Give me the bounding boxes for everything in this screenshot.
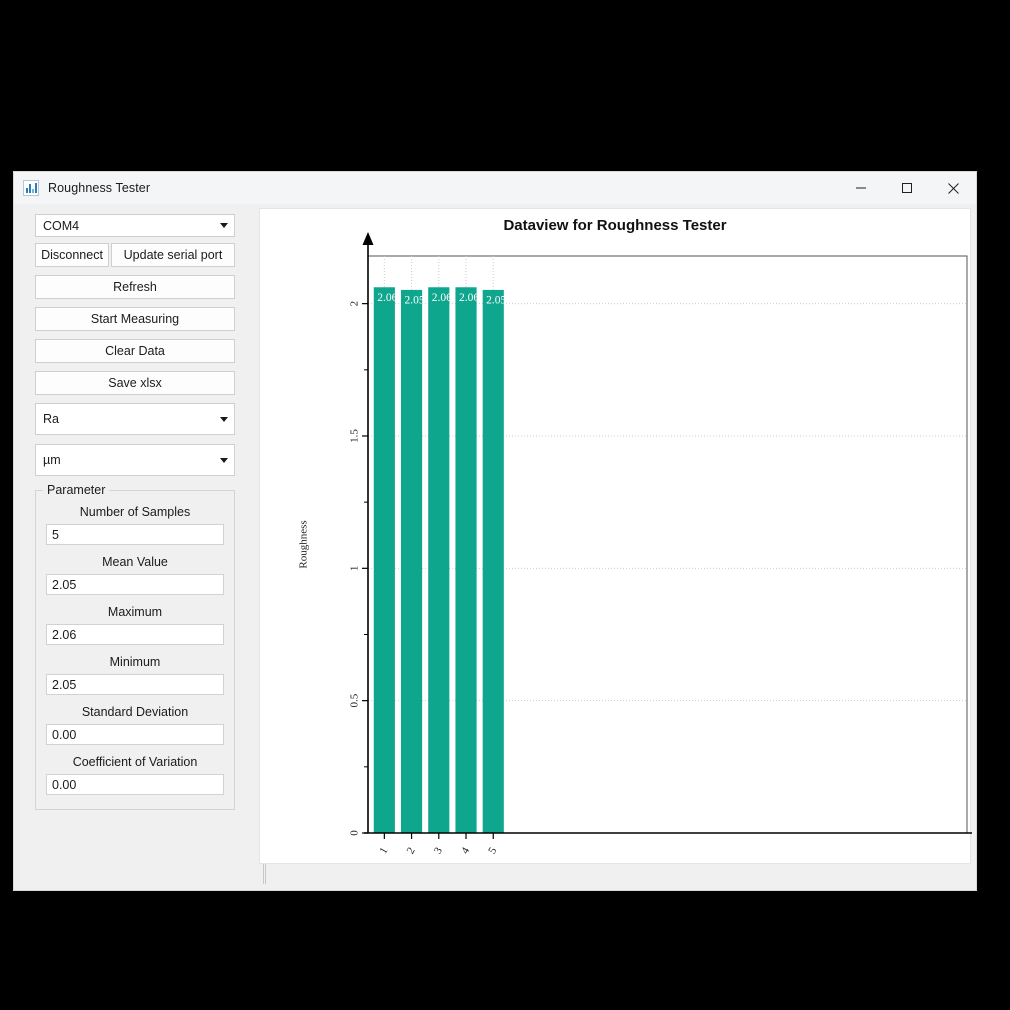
unit-value: µm xyxy=(43,453,61,467)
x-tick-label: 2 xyxy=(405,845,418,856)
roughness-bar-chart: 2.06 2.05 2.06 2.06 2.05 0 0.5 1 1.5 2 1 2 3 4 5 Roughn… xyxy=(298,232,972,856)
y-tick-label: 0.5 xyxy=(349,693,361,707)
connection-buttons: Disconnect Update serial port xyxy=(35,243,235,267)
window-client-area: COM4 Disconnect Update serial port Refre… xyxy=(14,204,976,890)
y-tick-label: 2 xyxy=(349,301,361,307)
chevron-down-icon xyxy=(214,457,234,463)
bar-value-label: 2.05 xyxy=(486,294,506,306)
chevron-down-icon xyxy=(214,416,234,422)
coefficient-of-variation-label: Coefficient of Variation xyxy=(72,755,198,769)
disconnect-button[interactable]: Disconnect xyxy=(35,243,109,267)
chart-panel: Dataview for Roughness Tester 2.06 2.05 2.… xyxy=(259,208,972,864)
close-icon xyxy=(947,182,959,194)
minimize-button[interactable] xyxy=(838,172,884,204)
serial-port-select[interactable]: COM4 xyxy=(35,214,235,237)
bar[interactable] xyxy=(428,287,450,834)
maximize-button[interactable] xyxy=(884,172,930,204)
y-axis-arrowhead xyxy=(362,232,374,245)
screen-root: Roughness Tester COM4 Disconnect Update … xyxy=(0,0,1010,1010)
coefficient-of-variation-field[interactable]: 0.00 xyxy=(46,774,224,795)
x-tick-label: 4 xyxy=(459,845,472,856)
minimum-field[interactable]: 2.05 xyxy=(46,674,224,695)
close-button[interactable] xyxy=(930,172,976,204)
control-sidebar: COM4 Disconnect Update serial port Refre… xyxy=(35,214,235,810)
window-controls xyxy=(838,172,976,204)
parameter-group-box: Parameter Number of Samples 5 Mean Value… xyxy=(35,483,235,810)
roughness-parameter-value: Ra xyxy=(43,412,59,426)
number-of-samples-field[interactable]: 5 xyxy=(46,524,224,545)
minimize-icon xyxy=(856,187,866,189)
serial-port-value: COM4 xyxy=(43,218,80,233)
standard-deviation-label: Standard Deviation xyxy=(81,705,189,719)
maximum-label: Maximum xyxy=(107,605,163,619)
application-window: Roughness Tester COM4 Disconnect Update … xyxy=(14,172,976,890)
save-xlsx-button[interactable]: Save xlsx xyxy=(35,371,235,395)
y-tick-label: 1.5 xyxy=(349,429,361,443)
y-tick-label: 0 xyxy=(349,830,361,836)
bar[interactable] xyxy=(400,289,423,834)
chart-icon xyxy=(23,180,39,196)
update-serial-port-button[interactable]: Update serial port xyxy=(111,243,235,267)
mean-value-field[interactable]: 2.05 xyxy=(46,574,224,595)
y-tick-label: 1 xyxy=(349,566,361,572)
maximum-field[interactable]: 2.06 xyxy=(46,624,224,645)
window-titlebar[interactable]: Roughness Tester xyxy=(14,172,976,205)
refresh-button[interactable]: Refresh xyxy=(35,275,235,299)
roughness-parameter-select[interactable]: Ra xyxy=(35,403,235,435)
bar-value-label: 2.06 xyxy=(377,292,397,304)
x-tick-label: 3 xyxy=(432,845,445,856)
standard-deviation-field[interactable]: 0.00 xyxy=(46,724,224,745)
bar-value-label: 2.06 xyxy=(459,292,479,304)
chevron-down-icon xyxy=(214,223,234,228)
bar-value-label: 2.05 xyxy=(404,294,424,306)
x-tick-label: 1 xyxy=(377,845,390,856)
parameter-group-legend: Parameter xyxy=(43,483,110,497)
unit-select[interactable]: µm xyxy=(35,444,235,476)
minimum-label: Minimum xyxy=(109,655,161,669)
maximize-icon xyxy=(902,183,912,193)
bar-value-label: 2.06 xyxy=(432,292,452,304)
x-tick-label: 5 xyxy=(486,845,499,856)
bar[interactable] xyxy=(482,289,504,834)
mean-value-label: Mean Value xyxy=(102,555,168,569)
start-measuring-button[interactable]: Start Measuring xyxy=(35,307,235,331)
y-axis-title: Roughness xyxy=(298,520,310,568)
clear-data-button[interactable]: Clear Data xyxy=(35,339,235,363)
number-of-samples-label: Number of Samples xyxy=(79,505,191,519)
bar[interactable] xyxy=(455,287,477,834)
bar[interactable] xyxy=(373,287,395,834)
window-title: Roughness Tester xyxy=(48,181,151,195)
